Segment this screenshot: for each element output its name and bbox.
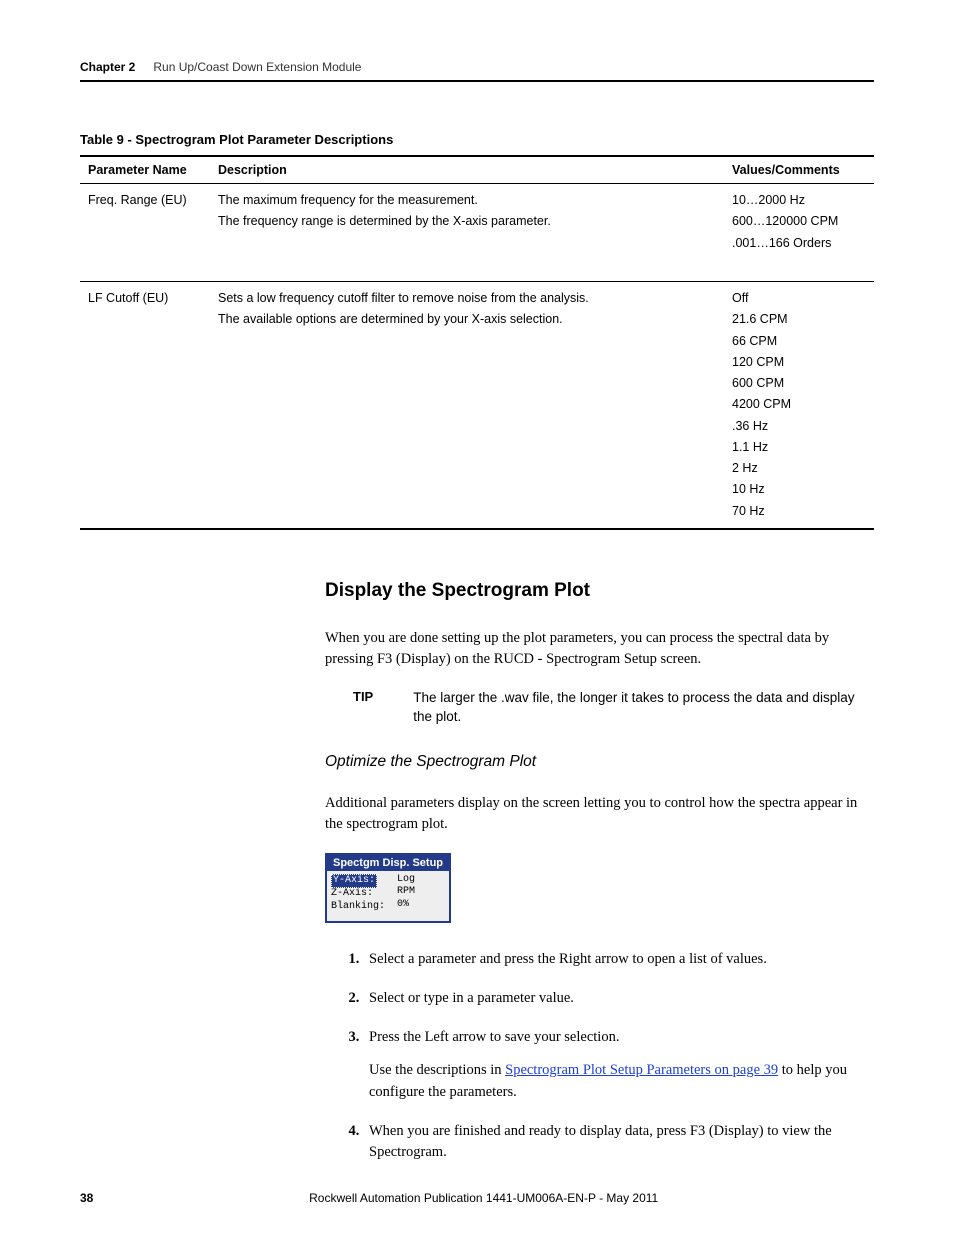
table-row: Freq. Range (EU) The maximum frequency f… bbox=[80, 184, 874, 282]
param-vals: Off 21.6 CPM 66 CPM 120 CPM 600 CPM 4200… bbox=[724, 282, 874, 529]
page-header: Chapter 2 Run Up/Coast Down Extension Mo… bbox=[80, 60, 874, 82]
step-item: Select a parameter and press the Right a… bbox=[363, 949, 874, 970]
col-header-desc: Description bbox=[210, 156, 724, 184]
publication-id: Rockwell Automation Publication 1441-UM0… bbox=[93, 1191, 874, 1205]
body-paragraph: When you are done setting up the plot pa… bbox=[325, 628, 874, 670]
sub-heading: Optimize the Spectrogram Plot bbox=[325, 753, 874, 771]
step-item: When you are finished and ready to displ… bbox=[363, 1121, 874, 1163]
screenshot-row-value: RPM bbox=[397, 886, 415, 899]
screenshot-row-label: Z-Axis: bbox=[331, 888, 385, 901]
param-desc: The maximum frequency for the measuremen… bbox=[210, 184, 724, 282]
tip-text: The larger the .wav file, the longer it … bbox=[413, 688, 874, 727]
body-paragraph: Additional parameters display on the scr… bbox=[325, 793, 874, 835]
screenshot-row-label: Blanking: bbox=[331, 901, 385, 914]
step-item: Select or type in a parameter value. bbox=[363, 988, 874, 1009]
param-desc: Sets a low frequency cutoff filter to re… bbox=[210, 282, 724, 529]
col-header-vals: Values/Comments bbox=[724, 156, 874, 184]
parameter-table: Parameter Name Description Values/Commen… bbox=[80, 155, 874, 530]
section-heading: Display the Spectrogram Plot bbox=[325, 580, 874, 602]
embedded-screenshot: Spectgm Disp. Setup Y-Axis: Z-Axis: Blan… bbox=[325, 853, 874, 924]
tip-label: TIP bbox=[353, 688, 373, 727]
param-name: LF Cutoff (EU) bbox=[80, 282, 210, 529]
screenshot-row-value: Log bbox=[397, 874, 415, 887]
screenshot-row-label: Y-Axis: bbox=[331, 874, 377, 889]
param-vals: 10…2000 Hz 600…120000 CPM .001…166 Order… bbox=[724, 184, 874, 282]
param-name: Freq. Range (EU) bbox=[80, 184, 210, 282]
cross-reference-link[interactable]: Spectrogram Plot Setup Parameters on pag… bbox=[505, 1062, 778, 1078]
page-number: 38 bbox=[80, 1191, 93, 1205]
screenshot-title: Spectgm Disp. Setup bbox=[327, 855, 449, 871]
chapter-label: Chapter 2 bbox=[80, 60, 135, 74]
tip-block: TIP The larger the .wav file, the longer… bbox=[353, 688, 874, 727]
table-row: LF Cutoff (EU) Sets a low frequency cuto… bbox=[80, 282, 874, 529]
col-header-name: Parameter Name bbox=[80, 156, 210, 184]
steps-list: Select a parameter and press the Right a… bbox=[345, 949, 874, 1162]
screenshot-row-value: 0% bbox=[397, 899, 415, 912]
step-item: Press the Left arrow to save your select… bbox=[363, 1027, 874, 1102]
page-footer: 38 Rockwell Automation Publication 1441-… bbox=[80, 1191, 874, 1205]
table-caption: Table 9 - Spectrogram Plot Parameter Des… bbox=[80, 132, 874, 147]
chapter-title: Run Up/Coast Down Extension Module bbox=[153, 60, 361, 74]
